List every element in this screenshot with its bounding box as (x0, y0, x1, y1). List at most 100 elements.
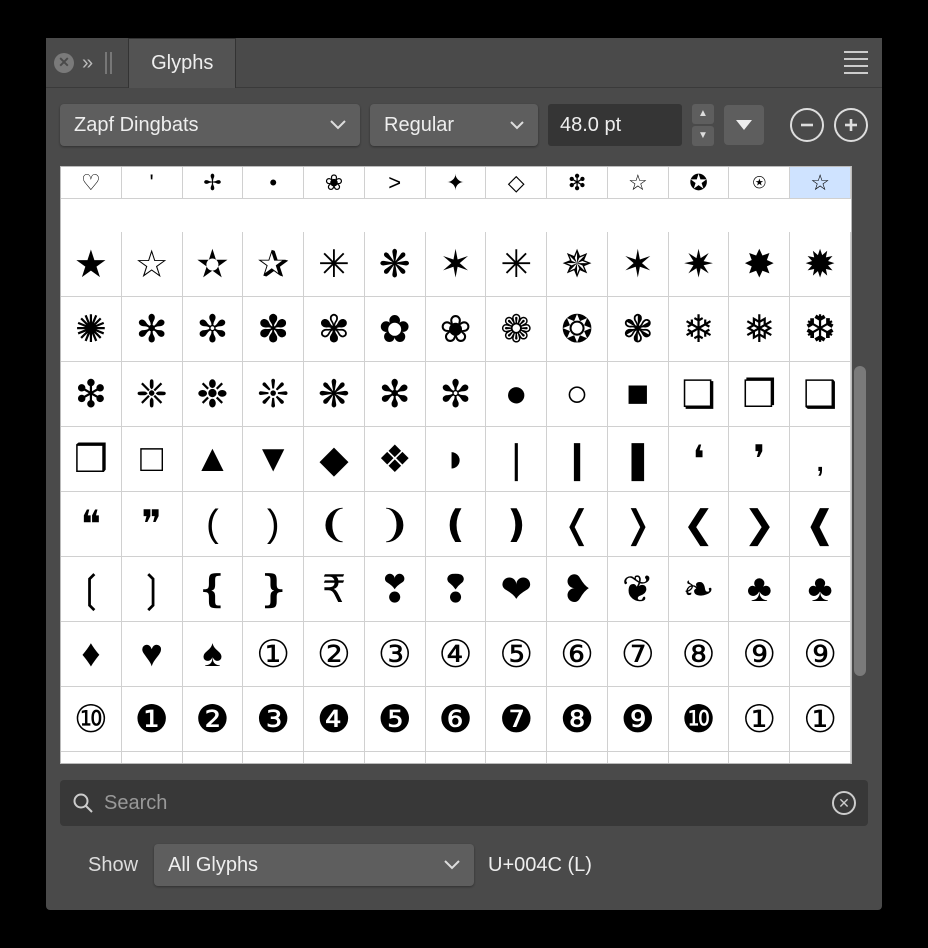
glyph-cell[interactable]: ❣ (365, 557, 426, 622)
glyph-cell[interactable]: ❨ (304, 492, 365, 557)
menu-icon[interactable] (840, 47, 872, 78)
glyph-cell[interactable]: ✻ (365, 362, 426, 427)
glyph-cell[interactable]: ✦ (426, 167, 487, 199)
glyph-cell[interactable]: ❧ (669, 557, 730, 622)
tab-glyphs[interactable]: Glyphs (128, 38, 236, 88)
glyph-cell[interactable]: ✫ (183, 232, 244, 297)
glyph-cell[interactable]: ❝ (61, 492, 122, 557)
grip-icon[interactable] (105, 52, 112, 74)
glyph-cell[interactable]: ① (729, 687, 790, 752)
glyph-cell[interactable]: ✶ (608, 232, 669, 297)
glyph-cell[interactable]: ❺ (365, 687, 426, 752)
glyph-cell[interactable]: ▲ (183, 427, 244, 492)
glyph-cell[interactable]: ❼ (486, 687, 547, 752)
glyph-cell[interactable]: ⑥ (547, 622, 608, 687)
glyph-cell[interactable]: ✼ (183, 297, 244, 362)
glyph-cell[interactable]: ✹ (790, 232, 851, 297)
glyph-cell[interactable]: • (243, 167, 304, 199)
glyph-cell[interactable]: ♣ (790, 557, 851, 622)
glyph-cell[interactable]: ① (243, 622, 304, 687)
glyph-cell[interactable]: ❖ (365, 427, 426, 492)
glyph-cell[interactable]: ■ (608, 362, 669, 427)
search-input[interactable] (104, 792, 832, 815)
glyph-cell[interactable]: , (790, 427, 851, 492)
glyph-cell[interactable]: ₹ (304, 557, 365, 622)
glyph-cell[interactable]: ☆ (790, 167, 851, 199)
glyph-cell[interactable]: ③ (365, 622, 426, 687)
glyph-cell[interactable]: ) (243, 492, 304, 557)
glyph-cell[interactable]: ⑩ (61, 687, 122, 752)
glyph-cell[interactable]: ⍟ (729, 167, 790, 199)
glyph-cell[interactable]: ✽ (243, 297, 304, 362)
glyph-cell[interactable]: ⑧ (669, 622, 730, 687)
glyph-cell[interactable]: ❴ (183, 557, 244, 622)
glyph-cell[interactable]: ⑥ (304, 752, 365, 764)
glyph-cell[interactable]: ❤ (486, 557, 547, 622)
glyph-cell[interactable]: ✰ (243, 232, 304, 297)
glyph-cell[interactable]: ❩ (365, 492, 426, 557)
glyph-cell[interactable]: ❛ (669, 427, 730, 492)
zoom-in-button[interactable] (834, 108, 868, 142)
font-size-input[interactable] (548, 104, 682, 146)
glyph-cell[interactable]: ⑩ (547, 752, 608, 764)
scrollbar-thumb[interactable] (854, 366, 866, 676)
glyph-cell[interactable]: ' (122, 167, 183, 199)
glyph-cell[interactable]: ❪ (426, 492, 487, 557)
glyph-cell[interactable]: ❀ (304, 167, 365, 199)
glyph-cell[interactable]: ✢ (183, 167, 244, 199)
glyph-cell[interactable]: ♦ (61, 622, 122, 687)
glyph-cell[interactable]: ♥ (122, 622, 183, 687)
glyph-cell[interactable]: ☆ (608, 167, 669, 199)
glyph-cell[interactable]: ❬ (547, 492, 608, 557)
glyph-cell[interactable]: ❑ (790, 362, 851, 427)
glyph-cell[interactable]: ♡ (61, 167, 122, 199)
glyph-cell[interactable]: ③ (122, 752, 183, 764)
glyph-cell[interactable]: ❦ (608, 557, 669, 622)
glyph-cell[interactable]: ❆ (790, 297, 851, 362)
glyph-cell[interactable]: ⑤ (243, 752, 304, 764)
glyph-cell[interactable]: ❞ (122, 492, 183, 557)
close-icon[interactable]: ✕ (54, 53, 74, 73)
glyph-cell[interactable]: ❲ (61, 557, 122, 622)
glyph-cell[interactable]: ❈ (122, 362, 183, 427)
glyph-cell[interactable]: ❾ (608, 687, 669, 752)
glyph-cell[interactable]: ❚ (608, 427, 669, 492)
glyph-cell[interactable]: ❋ (304, 362, 365, 427)
glyph-cell[interactable]: ❷ (183, 687, 244, 752)
glyph-cell[interactable]: □ (122, 427, 183, 492)
glyph-cell[interactable]: ❅ (729, 297, 790, 362)
font-style-select[interactable]: Regular (370, 104, 538, 146)
glyph-grid-scroll[interactable]: ♡'✢•❀>✦◇❇☆✪⍟☆★☆✫✰✳❋✶✳✵✶✷✸✹✺✻✼✽✾✿❀❁❂❃❄❅❆❇… (60, 166, 852, 764)
glyph-cell[interactable]: ○ (547, 362, 608, 427)
zoom-out-button[interactable] (790, 108, 824, 142)
glyph-cell[interactable]: ❫ (486, 492, 547, 557)
vertical-scrollbar[interactable] (852, 166, 868, 764)
recent-glyphs-dropdown[interactable] (724, 105, 764, 145)
glyph-cell[interactable]: ❷ (669, 752, 730, 764)
glyph-cell[interactable]: ♣ (729, 557, 790, 622)
glyph-cell[interactable]: ✵ (547, 232, 608, 297)
glyph-cell[interactable]: ❮ (669, 492, 730, 557)
size-step-up[interactable]: ▲ (692, 104, 714, 124)
glyph-cell[interactable]: ❸ (790, 752, 851, 764)
glyph-cell[interactable]: ⑦ (365, 752, 426, 764)
glyph-cell[interactable]: ❇ (547, 167, 608, 199)
glyph-cell[interactable]: ❽ (547, 687, 608, 752)
glyph-cell[interactable]: ⑨ (729, 622, 790, 687)
glyph-cell[interactable]: ❯ (729, 492, 790, 557)
glyph-cell[interactable]: ⑨ (486, 752, 547, 764)
glyph-cell[interactable]: ● (486, 362, 547, 427)
glyph-cell[interactable]: ✳ (304, 232, 365, 297)
glyph-cell[interactable]: ( (183, 492, 244, 557)
glyph-cell[interactable]: > (365, 167, 426, 199)
size-step-down[interactable]: ▼ (692, 126, 714, 146)
glyph-cell[interactable]: ✶ (426, 232, 487, 297)
glyph-cell[interactable]: ❭ (608, 492, 669, 557)
glyph-cell[interactable]: ④ (426, 622, 487, 687)
glyph-cell[interactable]: ❹ (304, 687, 365, 752)
glyph-cell[interactable]: ❀ (426, 297, 487, 362)
glyph-cell[interactable]: ✸ (729, 232, 790, 297)
glyph-cell[interactable]: ❸ (243, 687, 304, 752)
glyph-cell[interactable]: ★ (61, 232, 122, 297)
glyph-cell[interactable]: ❒ (61, 427, 122, 492)
